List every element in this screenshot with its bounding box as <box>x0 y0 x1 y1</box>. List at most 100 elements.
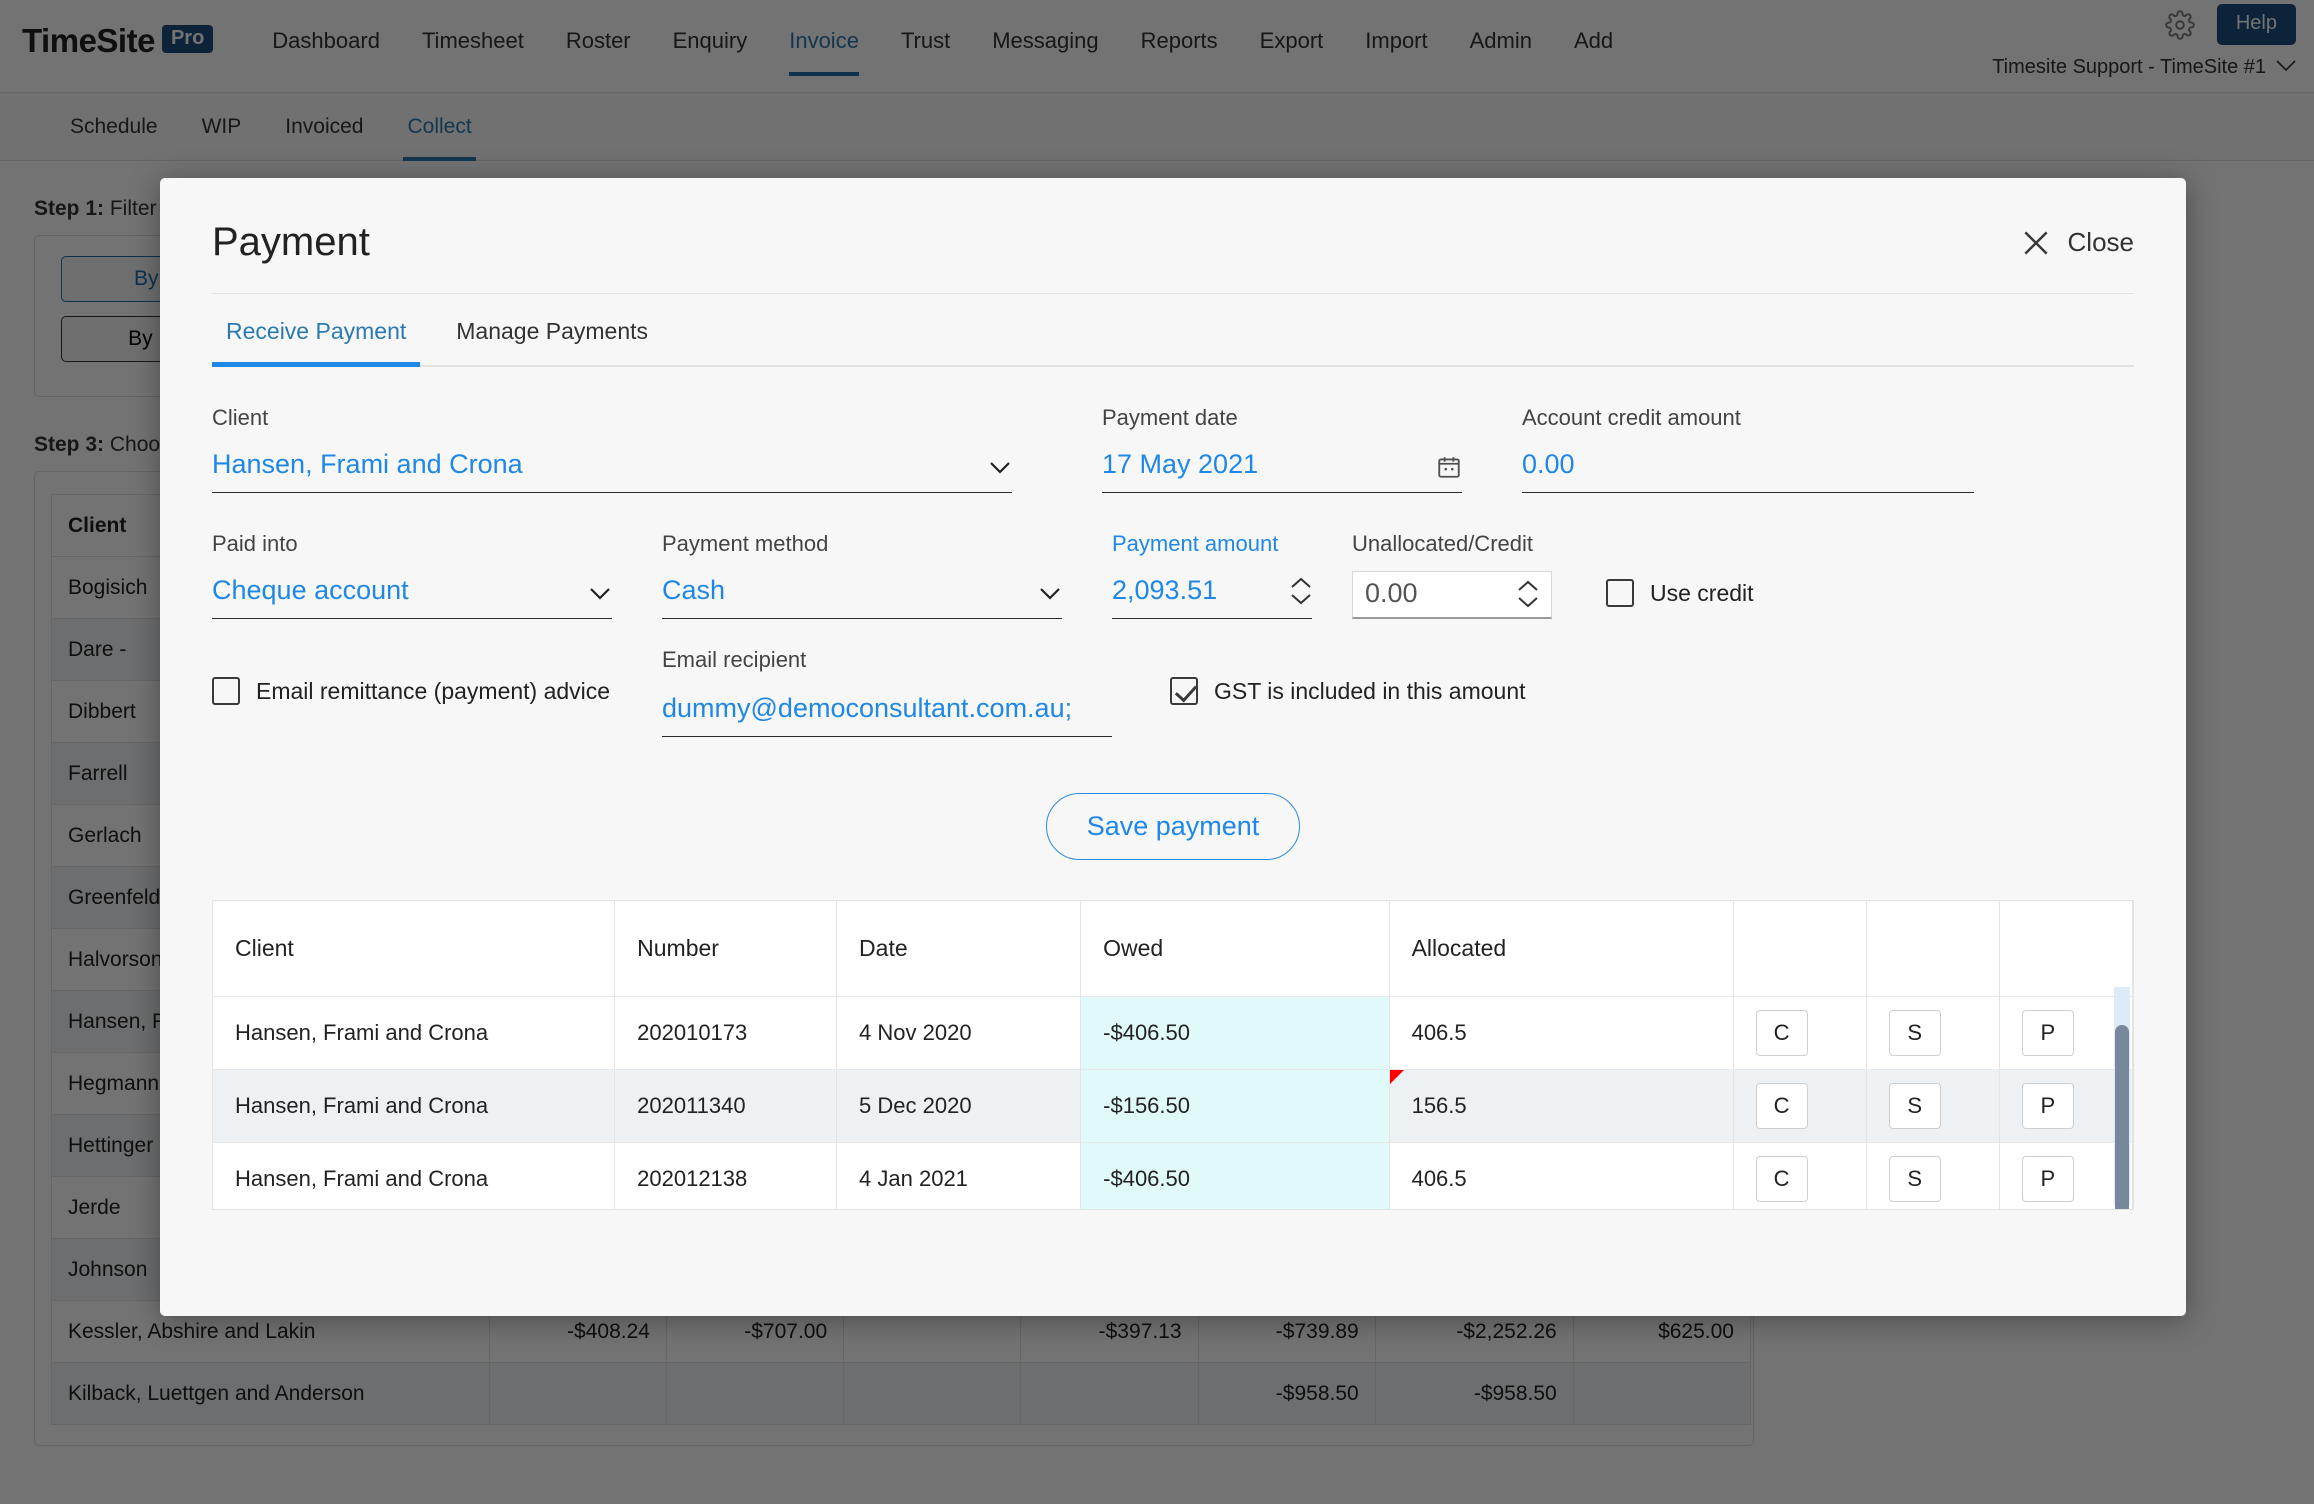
app-root: TimeSite Pro Dashboard Timesheet Roster … <box>0 0 2314 1504</box>
pay-button[interactable]: P <box>2021 1010 2074 1056</box>
account-credit-field[interactable]: Account credit amount 0.00 <box>1522 405 1974 493</box>
payment-amount-value: 2,093.51 <box>1112 575 1218 605</box>
chevron-up-icon <box>1518 580 1538 591</box>
cell-owed: -$156.50 <box>1080 1069 1390 1143</box>
payment-method-select[interactable]: Cash <box>662 571 1062 619</box>
cell-date: 5 Dec 2020 <box>836 1069 1082 1143</box>
paid-into-select[interactable]: Cheque account <box>212 571 612 619</box>
save-payment-button[interactable]: Save payment <box>1045 793 1301 860</box>
cell-action-1: C <box>1733 996 1867 1070</box>
use-credit-checkbox-row[interactable]: Use credit <box>1606 575 1754 611</box>
credit-button[interactable]: C <box>1755 1083 1808 1129</box>
paid-into-label: Paid into <box>212 531 298 556</box>
cell-action-1: C <box>1733 1069 1867 1143</box>
chevron-down-icon <box>588 582 612 606</box>
payment-method-value: Cash <box>662 575 726 605</box>
payment-amount-field[interactable]: Payment amount 2,093.51 <box>1112 531 1312 619</box>
table-row[interactable]: Hansen, Frami and Crona 202012138 4 Jan … <box>213 1142 2133 1209</box>
cell-number: 202012138 <box>614 1142 838 1209</box>
payment-amount-input[interactable]: 2,093.51 <box>1112 571 1312 619</box>
cell-date: 4 Nov 2020 <box>836 996 1082 1070</box>
use-credit-checkbox[interactable] <box>1606 579 1634 607</box>
cell-action-2: S <box>1866 1069 2000 1143</box>
email-recipient-label: Email recipient <box>662 647 807 672</box>
table-scrollbar-thumb[interactable] <box>2115 1025 2129 1209</box>
col-action-1 <box>1733 901 1867 997</box>
table-row[interactable]: Hansen, Frami and Crona 202011340 5 Dec … <box>213 1069 2133 1143</box>
email-remittance-checkbox[interactable] <box>212 677 240 705</box>
col-client[interactable]: Client <box>213 901 616 997</box>
tab-manage-payments[interactable]: Manage Payments <box>442 294 662 365</box>
cell-action-2: S <box>1866 1142 2000 1209</box>
email-remittance-label: Email remittance (payment) advice <box>256 677 611 704</box>
cell-action-3: P <box>1999 996 2133 1070</box>
allocation-table: Client Number Date Owed Allocated Hansen… <box>213 901 2133 1209</box>
cell-owed: -$406.50 <box>1080 1142 1390 1209</box>
cell-allocated[interactable]: 406.5 <box>1389 1142 1734 1209</box>
unallocated-label: Unallocated/Credit <box>1352 531 1533 556</box>
payment-amount-label: Payment amount <box>1112 531 1279 556</box>
cell-allocated[interactable]: 406.5 <box>1389 996 1734 1070</box>
client-value: Hansen, Frami and Crona <box>212 449 523 479</box>
col-number[interactable]: Number <box>614 901 838 997</box>
allocated-value: 406.5 <box>1411 1020 1467 1045</box>
paid-into-value: Cheque account <box>212 575 409 605</box>
pay-button[interactable]: P <box>2021 1156 2074 1202</box>
col-allocated[interactable]: Allocated <box>1389 901 1734 997</box>
payment-date-label: Payment date <box>1102 405 1238 430</box>
col-date[interactable]: Date <box>836 901 1082 997</box>
email-recipient-field[interactable]: Email recipient dummy@democonsultant.com… <box>662 647 1112 737</box>
modal-tabs: Receive Payment Manage Payments <box>212 294 2134 367</box>
allocated-value: 156.5 <box>1411 1093 1467 1118</box>
email-remittance-row[interactable]: Email remittance (payment) advice <box>212 673 662 709</box>
allocation-table-header-row: Client Number Date Owed Allocated <box>213 901 2133 997</box>
credit-button[interactable]: C <box>1755 1010 1808 1056</box>
chevron-down-icon <box>1518 597 1538 608</box>
email-recipient-value: dummy@democonsultant.com.au; <box>662 693 1073 723</box>
calendar-icon[interactable] <box>1436 454 1462 480</box>
use-credit-label: Use credit <box>1650 579 1754 606</box>
pay-button[interactable]: P <box>2021 1083 2074 1129</box>
paid-into-field[interactable]: Paid into Cheque account <box>212 531 612 619</box>
cell-action-3: P <box>1999 1142 2133 1209</box>
payment-date-input[interactable]: 17 May 2021 <box>1102 445 1462 493</box>
client-select[interactable]: Hansen, Frami and Crona <box>212 445 1012 493</box>
gst-included-checkbox[interactable] <box>1170 677 1198 705</box>
unallocated-input[interactable]: 0.00 <box>1352 571 1552 619</box>
validation-flag-icon <box>1389 1070 1404 1084</box>
cell-date: 4 Jan 2021 <box>836 1142 1082 1209</box>
settle-button[interactable]: S <box>1888 1156 1941 1202</box>
allocated-value: 406.5 <box>1411 1166 1467 1191</box>
cell-client: Hansen, Frami and Crona <box>213 996 616 1070</box>
close-icon <box>2020 227 2052 259</box>
unallocated-field[interactable]: Unallocated/Credit 0.00 <box>1352 531 1552 619</box>
client-field[interactable]: Client Hansen, Frami and Crona <box>212 405 1012 493</box>
close-button[interactable]: Close <box>2020 227 2134 259</box>
form-row-3: Email remittance (payment) advice Email … <box>212 647 2134 737</box>
payment-method-field[interactable]: Payment method Cash <box>662 531 1062 619</box>
unallocated-stepper[interactable] <box>1517 579 1539 609</box>
cell-action-1: C <box>1733 1142 1867 1209</box>
payment-method-label: Payment method <box>662 531 829 556</box>
settle-button[interactable]: S <box>1888 1010 1941 1056</box>
close-label: Close <box>2067 227 2134 257</box>
credit-button[interactable]: C <box>1755 1156 1808 1202</box>
payment-date-field[interactable]: Payment date 17 May 2021 <box>1102 405 1462 493</box>
cell-allocated[interactable]: 156.5 <box>1389 1069 1734 1143</box>
email-recipient-input[interactable]: dummy@democonsultant.com.au; <box>662 689 1112 737</box>
form-row-2: Paid into Cheque account Payment method … <box>212 531 2134 619</box>
modal-header: Payment Close <box>160 178 2186 265</box>
chevron-down-icon <box>1038 582 1062 606</box>
client-label: Client <box>212 405 269 430</box>
settle-button[interactable]: S <box>1888 1083 1941 1129</box>
cell-client: Hansen, Frami and Crona <box>213 1142 616 1209</box>
gst-included-row[interactable]: GST is included in this amount <box>1170 673 1526 709</box>
tab-receive-payment[interactable]: Receive Payment <box>212 294 421 367</box>
col-owed[interactable]: Owed <box>1080 901 1390 997</box>
payment-amount-stepper[interactable] <box>1290 576 1312 606</box>
unallocated-value: 0.00 <box>1365 578 1418 608</box>
cell-action-2: S <box>1866 996 2000 1070</box>
table-row[interactable]: Hansen, Frami and Crona 202010173 4 Nov … <box>213 996 2133 1070</box>
account-credit-input[interactable]: 0.00 <box>1522 445 1974 493</box>
account-credit-label: Account credit amount <box>1522 405 1741 430</box>
